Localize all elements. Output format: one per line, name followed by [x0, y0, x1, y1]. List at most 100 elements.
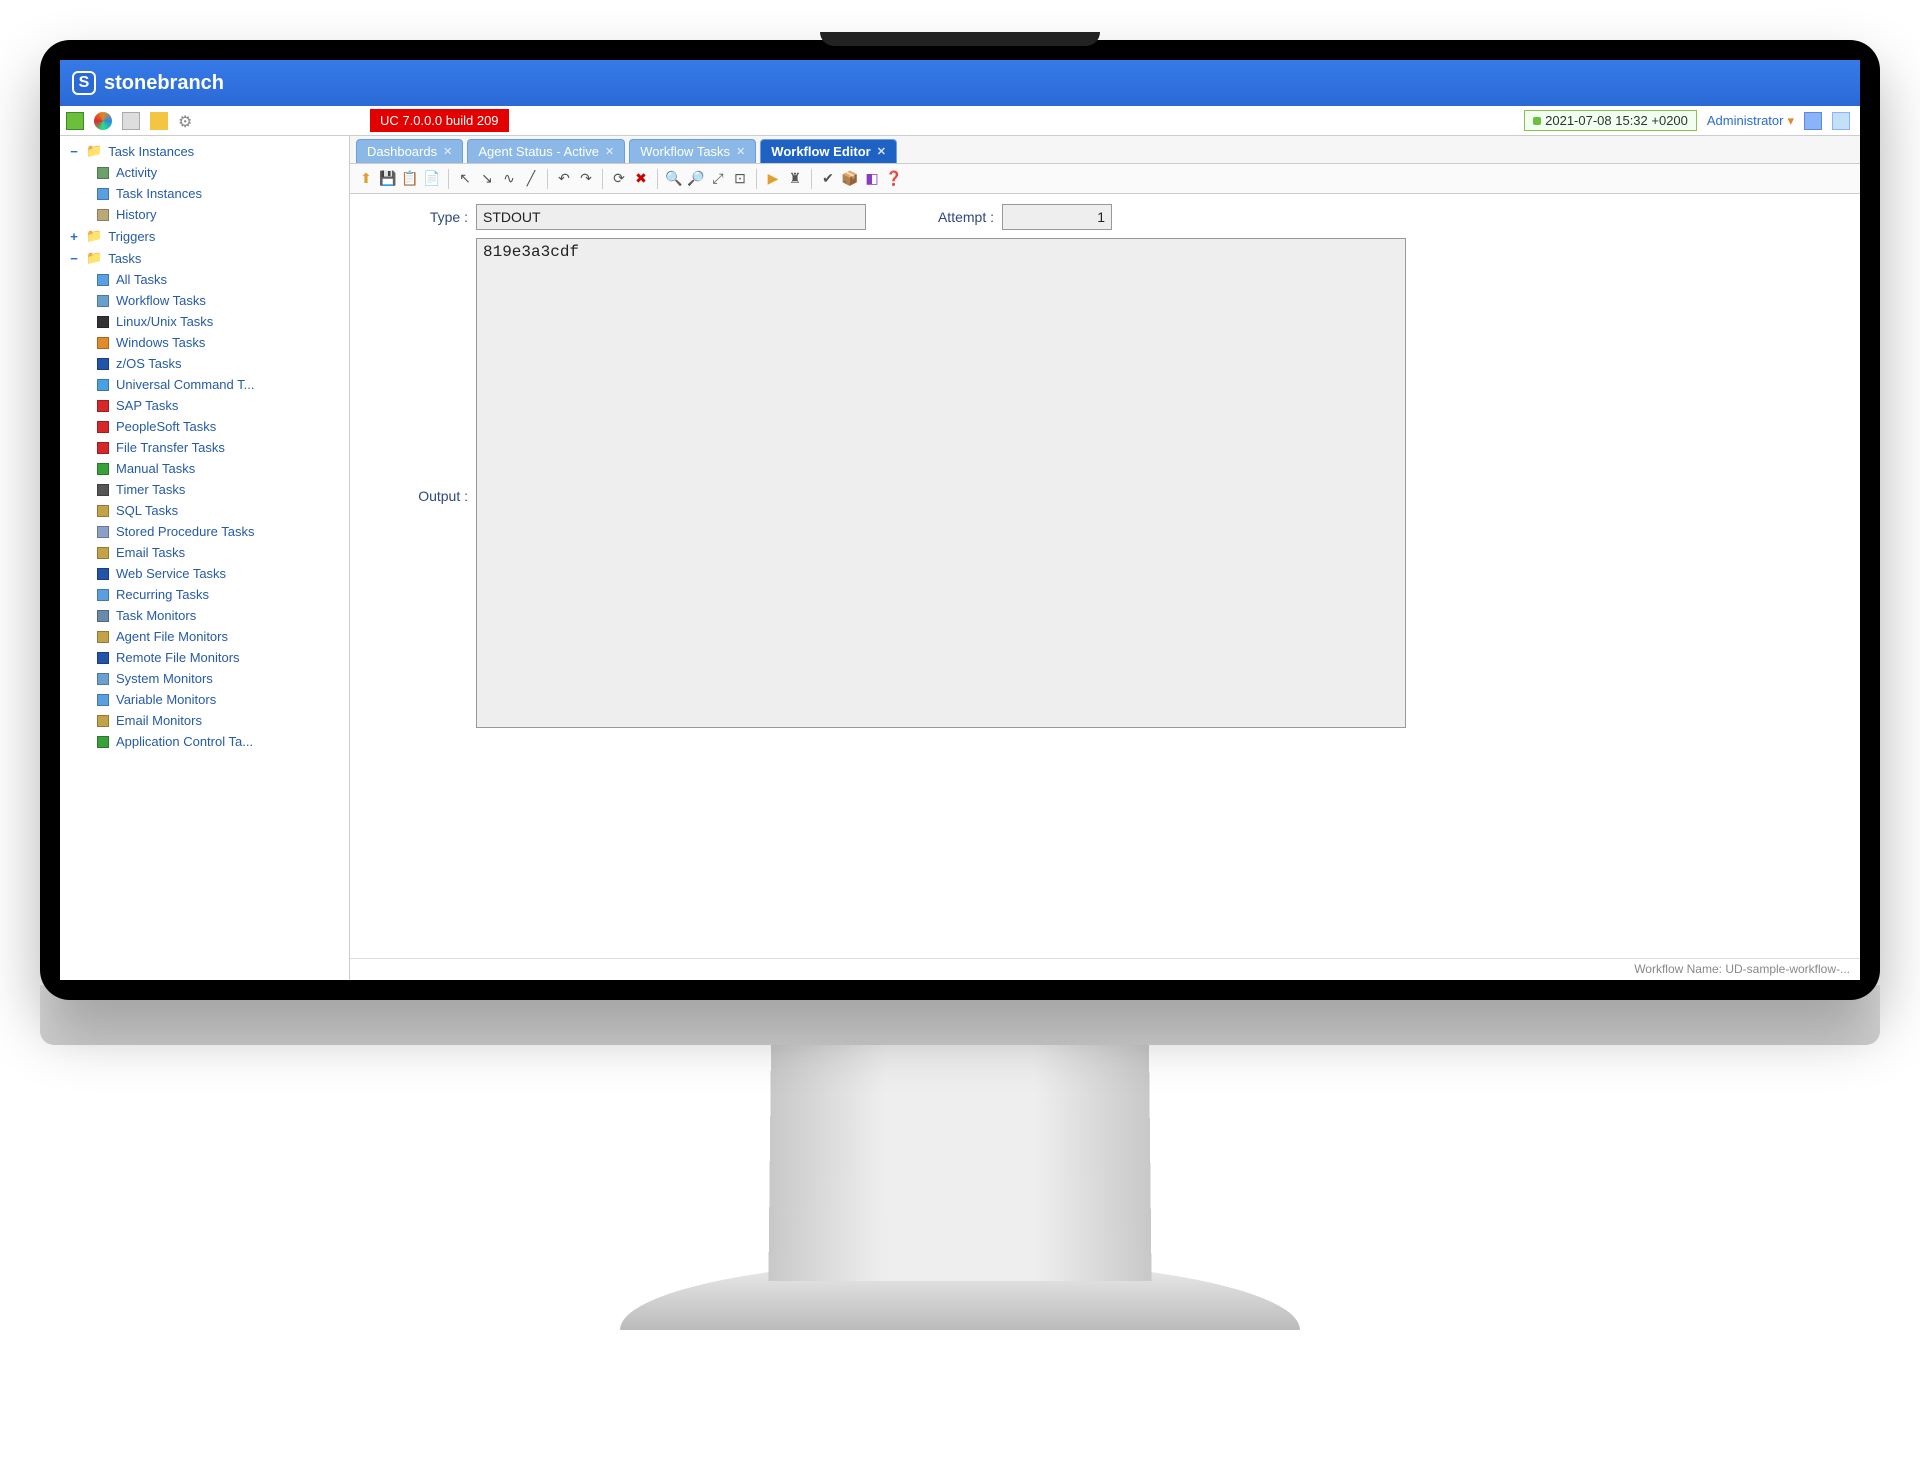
tree-item[interactable]: History	[68, 204, 349, 225]
tab[interactable]: Dashboards✕	[356, 139, 463, 163]
tree-item[interactable]: All Tasks	[68, 269, 349, 290]
tab-label: Agent Status - Active	[478, 144, 599, 159]
item-icon	[96, 609, 110, 623]
cube-purple-icon[interactable]: ◧	[862, 169, 882, 189]
tree-item[interactable]: Workflow Tasks	[68, 290, 349, 311]
tab[interactable]: Agent Status - Active ✕	[467, 139, 625, 163]
line-icon[interactable]: ╱	[521, 169, 541, 189]
tree-item[interactable]: Task Monitors	[68, 605, 349, 626]
output-panel: Type : Attempt : Output : 819e3a3cdf	[350, 194, 1860, 958]
save-icon[interactable]: 💾	[378, 169, 398, 189]
tree-item[interactable]: z/OS Tasks	[68, 353, 349, 374]
tree-item[interactable]: Remote File Monitors	[68, 647, 349, 668]
copy-icon[interactable]: 📄	[422, 169, 442, 189]
tree-item-label: PeopleSoft Tasks	[116, 419, 216, 434]
tree-group[interactable]: +📁Triggers	[68, 225, 349, 247]
connector-straight-icon[interactable]: ↘	[477, 169, 497, 189]
tree-item[interactable]: Timer Tasks	[68, 479, 349, 500]
tree-item[interactable]: PeopleSoft Tasks	[68, 416, 349, 437]
toggle-icon[interactable]: −	[68, 144, 80, 159]
app-header: S stonebranch	[60, 60, 1860, 106]
tree-item[interactable]: Linux/Unix Tasks	[68, 311, 349, 332]
folder-icon: 📁	[86, 228, 102, 244]
run-icon[interactable]: ▶	[763, 169, 783, 189]
tree-item[interactable]: Variable Monitors	[68, 689, 349, 710]
tree-item-label: Linux/Unix Tasks	[116, 314, 213, 329]
tree-item[interactable]: Activity	[68, 162, 349, 183]
status-bar: Workflow Name: UD-sample-workflow-...	[350, 958, 1860, 980]
tab-label: Workflow Editor	[771, 144, 870, 159]
tab[interactable]: Workflow Tasks✕	[629, 139, 756, 163]
paste-icon[interactable]: 📋	[400, 169, 420, 189]
item-icon	[96, 630, 110, 644]
zoom-out-icon[interactable]: 🔎	[686, 169, 706, 189]
undo-icon[interactable]: ↶	[554, 169, 574, 189]
refresh-icon[interactable]: ⟳	[609, 169, 629, 189]
tree-item-label: History	[116, 207, 156, 222]
tree-item[interactable]: Recurring Tasks	[68, 584, 349, 605]
tree-item-label: Workflow Tasks	[116, 293, 206, 308]
tree-item[interactable]: Universal Command T...	[68, 374, 349, 395]
home-icon[interactable]	[66, 112, 84, 130]
tree-item-label: Task Instances	[116, 186, 202, 201]
item-icon	[96, 187, 110, 201]
tree-item-label: Web Service Tasks	[116, 566, 226, 581]
tree-item[interactable]: Web Service Tasks	[68, 563, 349, 584]
type-field[interactable]	[476, 204, 866, 230]
arrow-up-icon[interactable]: ⬆	[356, 169, 376, 189]
tree-group[interactable]: −📁Tasks	[68, 247, 349, 269]
tree-group-label: Task Instances	[108, 144, 194, 159]
item-icon	[96, 336, 110, 350]
tab-close-icon[interactable]: ✕	[736, 145, 745, 158]
tree-item-label: Activity	[116, 165, 157, 180]
tree-item[interactable]: Application Control Ta...	[68, 731, 349, 752]
zoom-in-icon[interactable]: 🔍	[664, 169, 684, 189]
tree-item[interactable]: Task Instances	[68, 183, 349, 204]
output-label: Output :	[380, 488, 468, 504]
item-icon	[96, 567, 110, 581]
document-icon[interactable]	[122, 112, 140, 130]
tree-icon[interactable]: ♜	[785, 169, 805, 189]
tree-item[interactable]: Manual Tasks	[68, 458, 349, 479]
zoom-fit-icon[interactable]: ⤢	[708, 169, 728, 189]
tree-item[interactable]: File Transfer Tasks	[68, 437, 349, 458]
item-icon	[96, 651, 110, 665]
tree-item[interactable]: Email Monitors	[68, 710, 349, 731]
pointer-icon[interactable]: ↖	[455, 169, 475, 189]
item-icon	[96, 462, 110, 476]
globe-icon[interactable]	[94, 112, 112, 130]
panel-icon[interactable]	[1832, 112, 1850, 130]
tab-bar: Dashboards✕Agent Status - Active✕Workflo…	[350, 136, 1860, 164]
validate-icon[interactable]: ✔	[818, 169, 838, 189]
console-icon[interactable]	[1804, 112, 1822, 130]
puzzle-icon[interactable]	[150, 112, 168, 130]
tab-close-icon[interactable]: ✕	[605, 145, 614, 158]
tab-close-icon[interactable]: ✕	[877, 145, 886, 158]
toggle-icon[interactable]: −	[68, 251, 80, 266]
tree-item[interactable]: Stored Procedure Tasks	[68, 521, 349, 542]
toggle-icon[interactable]: +	[68, 229, 80, 244]
tree-group[interactable]: −📁Task Instances	[68, 140, 349, 162]
redo-icon[interactable]: ↷	[576, 169, 596, 189]
delete-icon[interactable]: ✖	[631, 169, 651, 189]
tree-item-label: Email Monitors	[116, 713, 202, 728]
tab[interactable]: Workflow Editor ✕	[760, 139, 897, 163]
tree-item[interactable]: SAP Tasks	[68, 395, 349, 416]
tree-item[interactable]: Email Tasks	[68, 542, 349, 563]
user-menu[interactable]: Administrator ▾	[1707, 113, 1794, 129]
tree-item[interactable]: Windows Tasks	[68, 332, 349, 353]
gear-icon[interactable]: ⚙	[178, 112, 196, 130]
item-icon	[96, 378, 110, 392]
output-textarea[interactable]: 819e3a3cdf	[476, 238, 1406, 728]
help-icon[interactable]: ❓	[884, 169, 904, 189]
tree-item-label: Variable Monitors	[116, 692, 216, 707]
attempt-field[interactable]	[1002, 204, 1112, 230]
zoom-actual-icon[interactable]: ⊡	[730, 169, 750, 189]
tab-close-icon[interactable]: ✕	[443, 145, 452, 158]
tree-item[interactable]: SQL Tasks	[68, 500, 349, 521]
tree-item[interactable]: Agent File Monitors	[68, 626, 349, 647]
connector-curved-icon[interactable]: ∿	[499, 169, 519, 189]
tree-item[interactable]: System Monitors	[68, 668, 349, 689]
tree-item-label: Windows Tasks	[116, 335, 205, 350]
package-icon[interactable]: 📦	[840, 169, 860, 189]
